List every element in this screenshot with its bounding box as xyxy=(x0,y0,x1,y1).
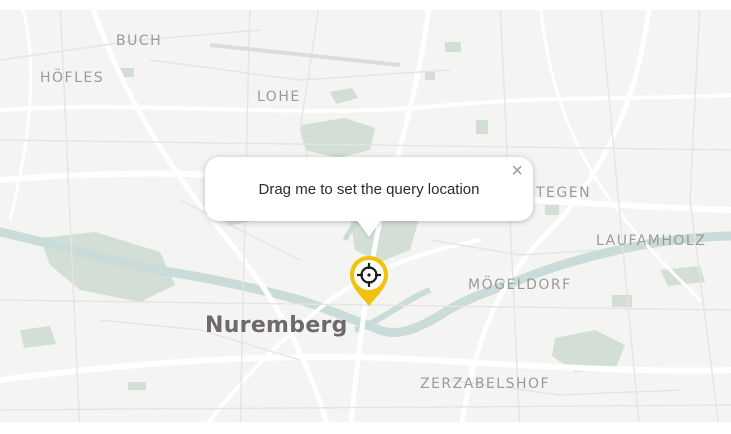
info-popup: Drag me to set the query location × xyxy=(205,157,533,221)
popup-tip xyxy=(356,219,382,237)
query-location-marker[interactable] xyxy=(347,254,391,308)
map-view[interactable]: BUCH HÖFLES LOHE TEGEN LAUFAMHOLZ MÖGELD… xyxy=(0,0,731,434)
crosshair-icon xyxy=(350,256,388,306)
popup-message: Drag me to set the query location xyxy=(258,181,480,198)
place-label-tegen: TEGEN xyxy=(536,185,592,201)
place-label-zerzabelshof: ZERZABELSHOF xyxy=(420,376,551,392)
place-label-buch: BUCH xyxy=(116,33,163,49)
map-bottom-edge xyxy=(0,422,731,434)
place-label-mogeldorf: MÖGELDORF xyxy=(468,277,572,293)
map-top-edge xyxy=(0,0,731,10)
place-label-hofles: HÖFLES xyxy=(40,70,105,86)
place-label-lohe: LOHE xyxy=(257,89,301,105)
close-icon[interactable]: × xyxy=(511,161,523,181)
place-label-laufamholz: LAUFAMHOLZ xyxy=(596,233,707,249)
city-label-nuremberg: Nuremberg xyxy=(205,313,348,338)
